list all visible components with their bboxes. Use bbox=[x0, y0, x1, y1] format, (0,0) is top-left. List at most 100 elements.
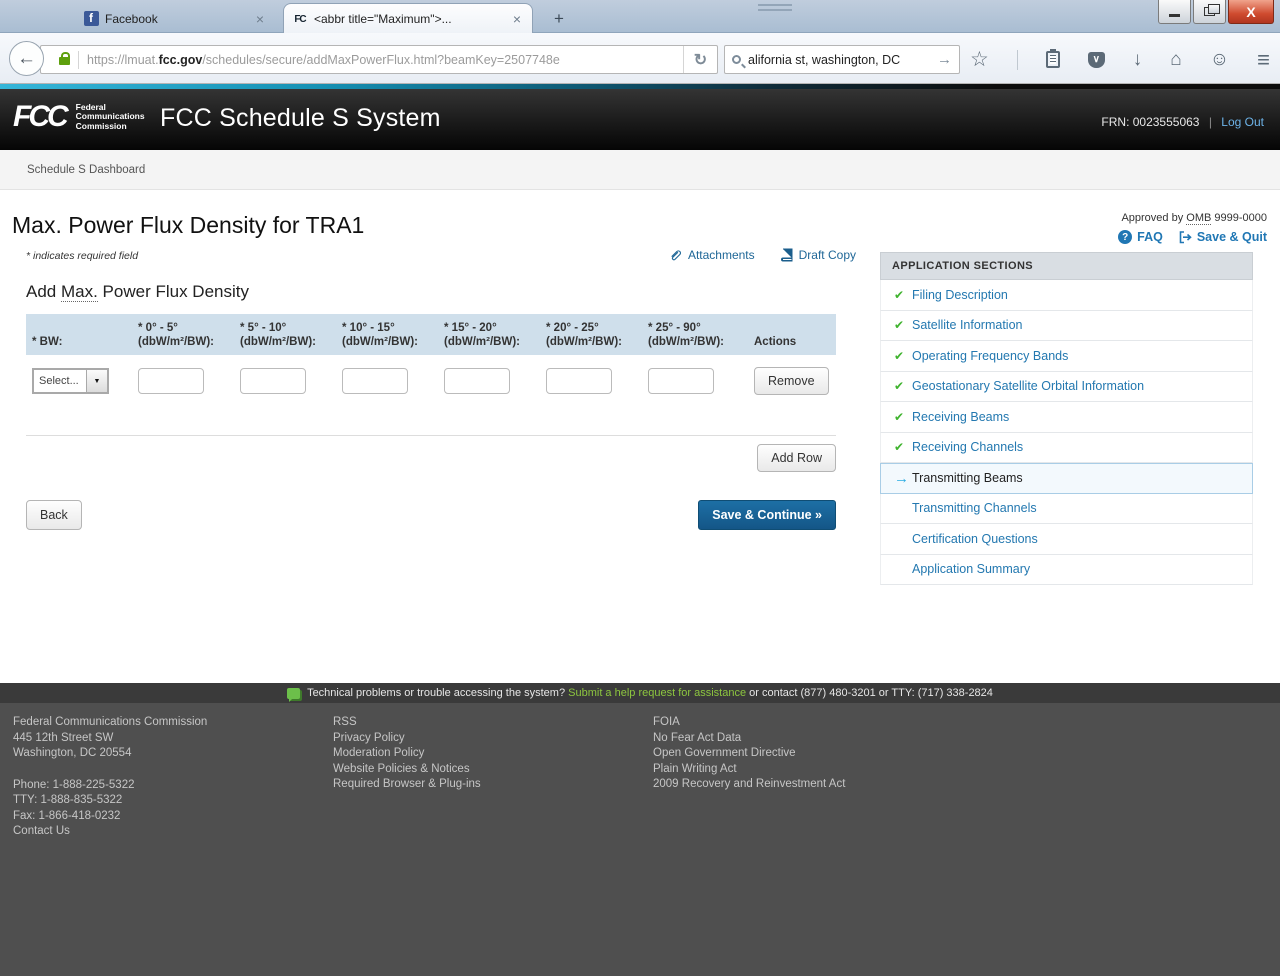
restore-icon bbox=[1204, 7, 1215, 16]
tab-facebook[interactable]: f Facebook × bbox=[75, 4, 275, 33]
footer-links-column-2: RSS Privacy Policy Moderation Policy Web… bbox=[333, 715, 481, 793]
no-fear-act-link[interactable]: No Fear Act Data bbox=[653, 731, 845, 747]
search-bar[interactable]: alifornia st, washington, DC → bbox=[724, 45, 960, 74]
plain-writing-link[interactable]: Plain Writing Act bbox=[653, 762, 845, 778]
bookmark-star-icon[interactable]: ☆ bbox=[970, 49, 989, 70]
back-button[interactable]: Back bbox=[26, 500, 82, 530]
sidebar-item-transmitting-channels[interactable]: Transmitting Channels bbox=[880, 494, 1253, 525]
footer-tty: TTY: 1-888-835-5322 bbox=[13, 793, 207, 809]
cell-20-25 bbox=[546, 368, 648, 394]
moderation-policy-link[interactable]: Moderation Policy bbox=[333, 746, 481, 762]
input-10-15[interactable] bbox=[342, 368, 408, 394]
cell-10-15 bbox=[342, 368, 444, 394]
footer-links-column-3: FOIA No Fear Act Data Open Government Di… bbox=[653, 715, 845, 793]
bw-select[interactable]: Select... ▼ bbox=[32, 368, 109, 394]
approved-block: Approved by OMB 9999-0000 ?FAQ Save & Qu… bbox=[1118, 212, 1267, 244]
sidebar-item-receiving-channels[interactable]: ✔ Receiving Channels bbox=[880, 433, 1253, 464]
restore-button[interactable] bbox=[1193, 0, 1226, 24]
check-icon: ✔ bbox=[894, 380, 912, 392]
breadcrumb-dashboard-link[interactable]: Schedule S Dashboard bbox=[27, 164, 145, 176]
sidebar-item-filing-description[interactable]: ✔ Filing Description bbox=[880, 280, 1253, 311]
chevron-down-icon[interactable]: ▼ bbox=[86, 370, 107, 392]
recovery-act-link[interactable]: 2009 Recovery and Reinvestment Act bbox=[653, 777, 845, 793]
power-flux-table: * BW: * 0° - 5°(dbW/m²/BW): * 5° - 10°(d… bbox=[26, 314, 836, 472]
open-government-link[interactable]: Open Government Directive bbox=[653, 746, 845, 762]
input-5-10[interactable] bbox=[240, 368, 306, 394]
header-accent-line bbox=[0, 84, 1280, 89]
max-abbr: Max. bbox=[61, 282, 98, 302]
website-policies-link[interactable]: Website Policies & Notices bbox=[333, 762, 481, 778]
screen: { "browser": { "tab1": { "label": "Faceb… bbox=[0, 0, 1280, 976]
draft-copy-link[interactable]: Draft Copy bbox=[781, 248, 856, 262]
sidebar-item-receiving-beams[interactable]: ✔ Receiving Beams bbox=[880, 402, 1253, 433]
sidebar-item-operating-frequency-bands[interactable]: ✔ Operating Frequency Bands bbox=[880, 341, 1253, 372]
new-tab-button[interactable]: + bbox=[545, 7, 573, 31]
sidebar-item-satellite-information[interactable]: ✔ Satellite Information bbox=[880, 311, 1253, 342]
remove-row-button[interactable]: Remove bbox=[754, 367, 829, 395]
help-request-link[interactable]: Submit a help request for assistance bbox=[568, 687, 746, 699]
bw-select-value[interactable]: Select... bbox=[34, 370, 86, 392]
tab-active-fcc[interactable]: FC <abbr title="Maximum">... × bbox=[283, 3, 533, 34]
search-icon bbox=[732, 55, 741, 64]
home-icon[interactable]: ⌂ bbox=[1170, 50, 1181, 69]
save-continue-button[interactable]: Save & Continue » bbox=[698, 500, 836, 530]
sidebar-item-transmitting-beams[interactable]: → Transmitting Beams bbox=[880, 463, 1253, 494]
back-nav-button[interactable]: ← bbox=[9, 41, 44, 76]
chat-icon bbox=[287, 688, 300, 699]
search-go-icon[interactable]: → bbox=[937, 51, 952, 68]
footer-street: 445 12th Street SW bbox=[13, 731, 207, 747]
required-field-note: * indicates required field bbox=[26, 250, 138, 262]
logout-link[interactable]: Log Out bbox=[1221, 115, 1264, 129]
privacy-policy-link[interactable]: Privacy Policy bbox=[333, 731, 481, 747]
divider bbox=[78, 51, 79, 69]
faq-link[interactable]: ?FAQ bbox=[1118, 230, 1163, 244]
url-prefix: https://lmuat. bbox=[87, 53, 159, 67]
reload-button[interactable]: ↻ bbox=[683, 46, 717, 73]
menu-hamburger-icon[interactable]: ≡ bbox=[1257, 49, 1270, 71]
column-header-15-20: * 15° - 20°(dbW/m²/BW): bbox=[444, 322, 546, 348]
url-path: /schedules/secure/addMaxPowerFlux.html?b… bbox=[202, 53, 560, 67]
input-25-90[interactable] bbox=[648, 368, 714, 394]
url-bar[interactable]: https://lmuat.fcc.gov/schedules/secure/a… bbox=[40, 45, 718, 74]
required-browser-link[interactable]: Required Browser & Plug-ins bbox=[333, 777, 481, 793]
minimize-button[interactable] bbox=[1158, 0, 1191, 24]
reading-list-icon[interactable] bbox=[1046, 51, 1060, 68]
pocket-icon[interactable]: ∨ bbox=[1088, 52, 1105, 68]
search-input[interactable]: alifornia st, washington, DC bbox=[748, 53, 937, 67]
contact-us-link[interactable]: Contact Us bbox=[13, 824, 207, 840]
check-icon: ✔ bbox=[894, 350, 912, 362]
browser-tab-bar: f Facebook × FC <abbr title="Maximum">..… bbox=[0, 0, 1280, 33]
url-input[interactable]: https://lmuat.fcc.gov/schedules/secure/a… bbox=[87, 53, 683, 67]
input-15-20[interactable] bbox=[444, 368, 510, 394]
foia-link[interactable]: FOIA bbox=[653, 715, 845, 731]
frn-block: FRN: 0023555063 | Log Out bbox=[1101, 115, 1264, 129]
share-smiley-icon[interactable]: ☺ bbox=[1210, 50, 1229, 69]
divider bbox=[1017, 50, 1018, 70]
sidebar-item-application-summary[interactable]: Application Summary bbox=[880, 555, 1253, 586]
tab-close-icon[interactable]: × bbox=[253, 11, 267, 27]
footer-org: Federal Communications Commission bbox=[13, 715, 207, 731]
sidebar-title: APPLICATION SECTIONS bbox=[880, 252, 1253, 280]
sidebar-item-geostationary-orbital-info[interactable]: ✔ Geostationary Satellite Orbital Inform… bbox=[880, 372, 1253, 403]
sidebar-item-certification-questions[interactable]: Certification Questions bbox=[880, 524, 1253, 555]
rss-link[interactable]: RSS bbox=[333, 715, 481, 731]
column-header-10-15: * 10° - 15°(dbW/m²/BW): bbox=[342, 322, 444, 348]
add-row-button[interactable]: Add Row bbox=[757, 444, 836, 472]
column-header-bw: * BW: bbox=[26, 322, 138, 348]
omb-approval: Approved by OMB 9999-0000 bbox=[1118, 212, 1267, 224]
minimize-icon bbox=[1169, 14, 1180, 17]
question-icon: ? bbox=[1118, 230, 1132, 244]
fcc-logo[interactable]: FCC Federal Communications Commission bbox=[13, 100, 145, 134]
site-header: FCC Federal Communications Commission FC… bbox=[0, 84, 1280, 150]
tab-close-icon[interactable]: × bbox=[510, 11, 524, 27]
input-0-5[interactable] bbox=[138, 368, 204, 394]
downloads-icon[interactable]: ↓ bbox=[1133, 50, 1143, 69]
close-button[interactable]: X bbox=[1228, 0, 1274, 24]
attachments-link[interactable]: Attachments bbox=[669, 248, 755, 262]
save-quit-link[interactable]: Save & Quit bbox=[1179, 230, 1267, 244]
divider bbox=[26, 435, 836, 436]
check-icon: ✔ bbox=[894, 319, 912, 331]
footer-city: Washington, DC 20554 bbox=[13, 746, 207, 762]
input-20-25[interactable] bbox=[546, 368, 612, 394]
column-header-25-90: * 25° - 90°(dbW/m²/BW): bbox=[648, 322, 750, 348]
